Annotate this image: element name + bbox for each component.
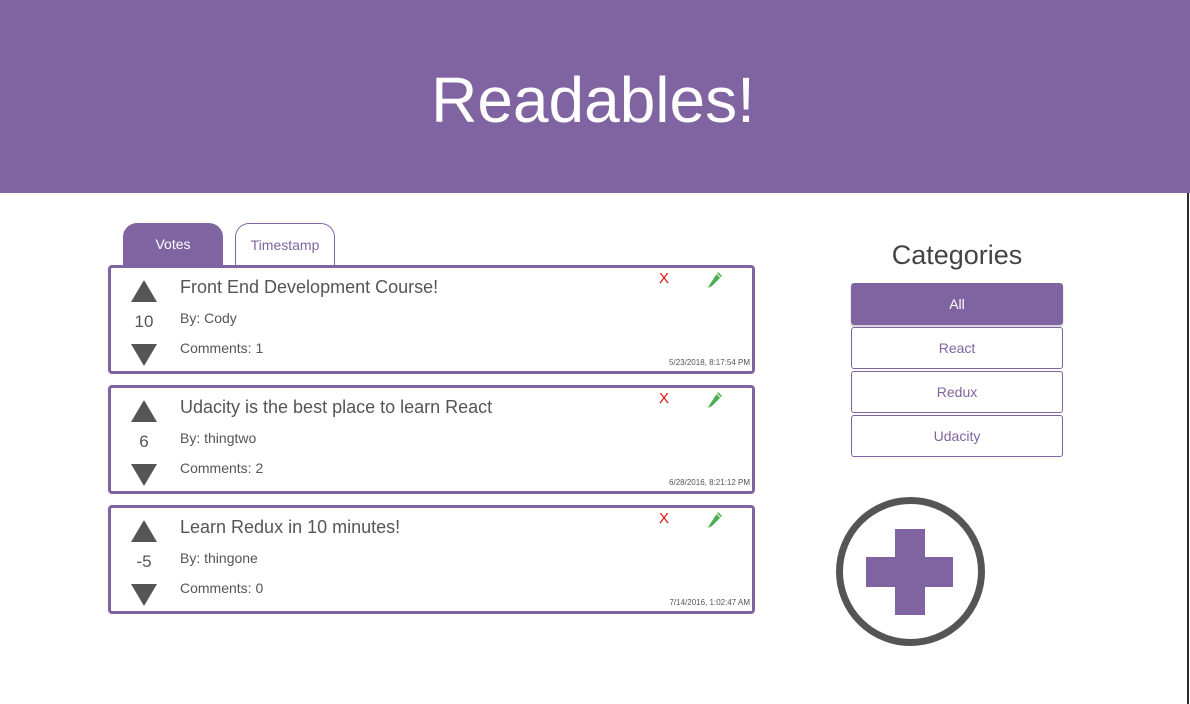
window-edge [1187, 193, 1189, 704]
post-comments: Comments: 1 [180, 340, 264, 356]
app-header: Readables! [0, 0, 1190, 193]
app-title: Readables! [431, 64, 755, 136]
post-author: By: thingone [180, 550, 258, 566]
post-timestamp: 7/14/2016, 1:02:47 AM [669, 598, 750, 607]
category-all-button[interactable]: All [851, 283, 1063, 325]
upvote-icon[interactable] [131, 280, 157, 302]
post-comments: Comments: 2 [180, 460, 264, 476]
category-udacity-button[interactable]: Udacity [851, 415, 1063, 457]
post-comments: Comments: 0 [180, 580, 264, 596]
upvote-icon[interactable] [131, 400, 157, 422]
pencil-icon[interactable] [707, 391, 723, 409]
post-author: By: Cody [180, 310, 237, 326]
delete-icon[interactable]: X [659, 390, 669, 407]
post-title[interactable]: Learn Redux in 10 minutes! [180, 517, 400, 538]
downvote-icon[interactable] [131, 584, 157, 606]
post-timestamp: 5/23/2018, 8:17:54 PM [669, 358, 750, 367]
vote-count: 10 [134, 312, 154, 331]
post-card: 6 Udacity is the best place to learn Rea… [108, 385, 755, 494]
post-title[interactable]: Udacity is the best place to learn React [180, 397, 492, 418]
delete-icon[interactable]: X [659, 270, 669, 287]
tab-votes[interactable]: Votes [123, 223, 223, 265]
vote-count: 6 [139, 432, 149, 451]
delete-icon[interactable]: X [659, 510, 669, 527]
add-post-button[interactable] [835, 496, 986, 647]
downvote-icon[interactable] [131, 464, 157, 486]
pencil-icon[interactable] [707, 511, 723, 529]
category-redux-button[interactable]: Redux [851, 371, 1063, 413]
post-card: -5 Learn Redux in 10 minutes! By: thingo… [108, 505, 755, 614]
downvote-icon[interactable] [131, 344, 157, 366]
post-timestamp: 6/28/2016, 8:21:12 PM [669, 478, 750, 487]
post-author: By: thingtwo [180, 430, 257, 446]
vote-count: -5 [136, 552, 152, 571]
pencil-icon[interactable] [707, 271, 723, 289]
upvote-icon[interactable] [131, 520, 157, 542]
categories-title: Categories [891, 240, 1023, 270]
category-react-button[interactable]: React [851, 327, 1063, 369]
post-title[interactable]: Front End Development Course! [180, 277, 438, 298]
tab-timestamp[interactable]: Timestamp [235, 223, 335, 265]
post-card: 10 Front End Development Course! By: Cod… [108, 265, 755, 374]
